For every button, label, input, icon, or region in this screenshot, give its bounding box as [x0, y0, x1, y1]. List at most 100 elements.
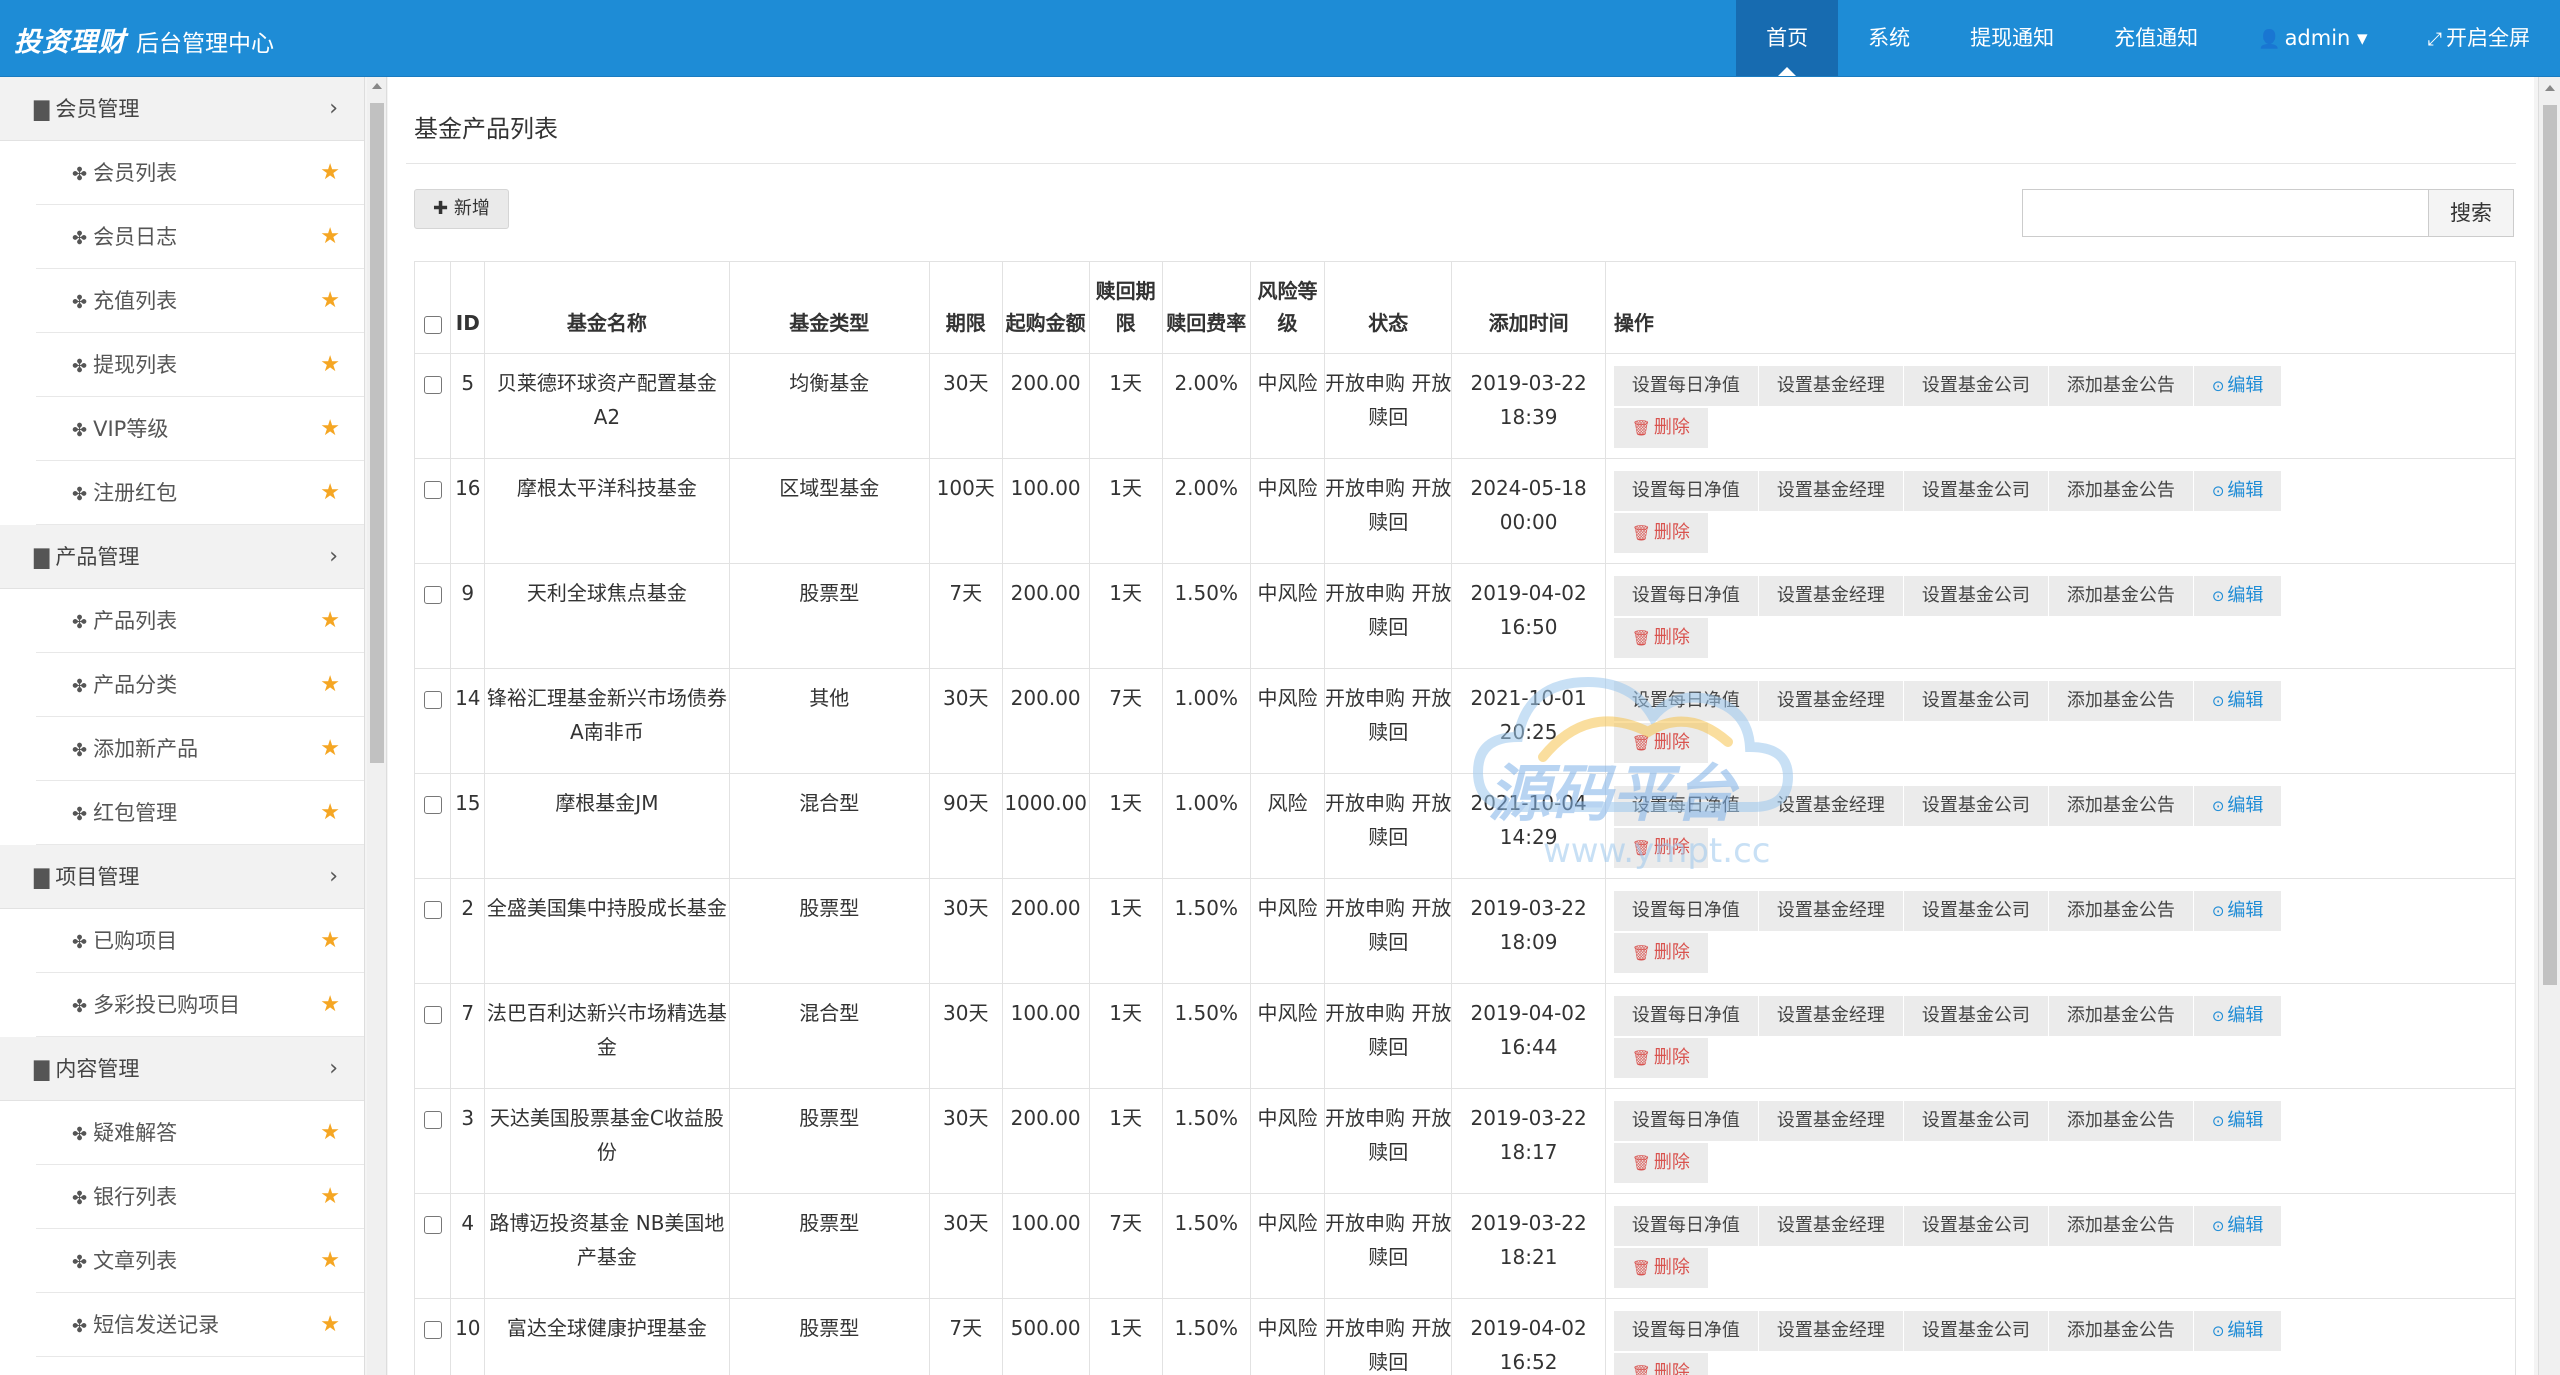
sidebar-item[interactable]: ✤ 充值列表 ★ — [36, 269, 364, 333]
sidebar-item[interactable]: ✤ 多彩投已购项目 ★ — [36, 973, 364, 1037]
delete-button[interactable]: 🗑 删除 — [1613, 408, 1709, 448]
sidebar-item[interactable]: ✤ 银行列表 ★ — [36, 1165, 364, 1229]
set-company-button[interactable]: 设置基金公司 — [1903, 366, 2049, 406]
set-nav-button[interactable]: 设置每日净值 — [1613, 891, 1759, 931]
nav-item-3[interactable]: 充值通知 — [2084, 0, 2228, 76]
add-notice-button[interactable]: 添加基金公告 — [2048, 1311, 2194, 1351]
sidebar-item[interactable]: ✤ 短信发送记录 ★ — [36, 1293, 364, 1357]
sidebar-item[interactable]: ✤ 提现列表 ★ — [36, 333, 364, 397]
edit-button[interactable]: ⊙ 编辑 — [2193, 786, 2283, 826]
set-nav-button[interactable]: 设置每日净值 — [1613, 786, 1759, 826]
edit-button[interactable]: ⊙ 编辑 — [2193, 681, 2283, 721]
set-nav-button[interactable]: 设置每日净值 — [1613, 1311, 1759, 1351]
delete-button[interactable]: 🗑 删除 — [1613, 513, 1709, 553]
add-button[interactable]: ✚ 新增 — [414, 189, 509, 229]
sidebar-group-0[interactable]: ▇ 会员管理 › — [0, 77, 364, 141]
delete-button[interactable]: 🗑 删除 — [1613, 1038, 1709, 1078]
set-company-button[interactable]: 设置基金公司 — [1903, 996, 2049, 1036]
scroll-up-arrow-icon[interactable] — [2545, 85, 2555, 91]
page-scrollbar[interactable] — [2538, 77, 2560, 1375]
sidebar-item[interactable]: ✤ 会员日志 ★ — [36, 205, 364, 269]
sidebar-item[interactable]: ✤ 文章列表 ★ — [36, 1229, 364, 1293]
scroll-up-arrow-icon[interactable] — [372, 83, 382, 89]
set-nav-button[interactable]: 设置每日净值 — [1613, 366, 1759, 406]
row-checkbox[interactable] — [423, 1005, 442, 1024]
set-manager-button[interactable]: 设置基金经理 — [1758, 996, 1904, 1036]
nav-item-4[interactable]: 👤 admin ▾ — [2228, 0, 2397, 76]
add-notice-button[interactable]: 添加基金公告 — [2048, 576, 2194, 616]
sidebar-item[interactable]: ✤ 疑难解答 ★ — [36, 1101, 364, 1165]
search-input[interactable] — [2022, 189, 2430, 237]
set-nav-button[interactable]: 设置每日净值 — [1613, 996, 1759, 1036]
row-checkbox[interactable] — [423, 1215, 442, 1234]
set-nav-button[interactable]: 设置每日净值 — [1613, 1206, 1759, 1246]
brand[interactable]: 投资理财 后台管理中心 — [14, 20, 274, 60]
nav-item-2[interactable]: 提现通知 — [1940, 0, 2084, 76]
row-checkbox[interactable] — [423, 1320, 442, 1339]
add-notice-button[interactable]: 添加基金公告 — [2048, 1206, 2194, 1246]
nav-item-1[interactable]: 系统 — [1838, 0, 1940, 76]
row-checkbox[interactable] — [423, 585, 442, 604]
set-company-button[interactable]: 设置基金公司 — [1903, 1101, 2049, 1141]
row-checkbox[interactable] — [423, 1110, 442, 1129]
set-nav-button[interactable]: 设置每日净值 — [1613, 1101, 1759, 1141]
set-manager-button[interactable]: 设置基金经理 — [1758, 1206, 1904, 1246]
row-checkbox[interactable] — [423, 375, 442, 394]
edit-button[interactable]: ⊙ 编辑 — [2193, 1206, 2283, 1246]
set-manager-button[interactable]: 设置基金经理 — [1758, 471, 1904, 511]
delete-button[interactable]: 🗑 删除 — [1613, 1353, 1709, 1375]
row-checkbox[interactable] — [423, 900, 442, 919]
add-notice-button[interactable]: 添加基金公告 — [2048, 471, 2194, 511]
sidebar-scrollbar[interactable] — [367, 77, 387, 1375]
edit-button[interactable]: ⊙ 编辑 — [2193, 1101, 2283, 1141]
row-checkbox[interactable] — [423, 690, 442, 709]
set-nav-button[interactable]: 设置每日净值 — [1613, 576, 1759, 616]
set-manager-button[interactable]: 设置基金经理 — [1758, 681, 1904, 721]
sidebar-group-1[interactable]: ▇ 产品管理 › — [0, 525, 364, 589]
search-button[interactable]: 搜索 — [2428, 189, 2514, 237]
set-company-button[interactable]: 设置基金公司 — [1903, 576, 2049, 616]
add-notice-button[interactable]: 添加基金公告 — [2048, 1101, 2194, 1141]
sidebar-item[interactable]: ✤ 添加新产品 ★ — [36, 717, 364, 781]
sidebar-group-3[interactable]: ▇ 内容管理 › — [0, 1037, 364, 1101]
delete-button[interactable]: 🗑 删除 — [1613, 1248, 1709, 1288]
add-notice-button[interactable]: 添加基金公告 — [2048, 891, 2194, 931]
set-manager-button[interactable]: 设置基金经理 — [1758, 366, 1904, 406]
delete-button[interactable]: 🗑 删除 — [1613, 723, 1709, 763]
sidebar-group-2[interactable]: ▇ 项目管理 › — [0, 845, 364, 909]
sidebar-item[interactable]: ✤ 产品分类 ★ — [36, 653, 364, 717]
edit-button[interactable]: ⊙ 编辑 — [2193, 576, 2283, 616]
sidebar-item[interactable]: ✤ 注册红包 ★ — [36, 461, 364, 525]
set-manager-button[interactable]: 设置基金经理 — [1758, 1101, 1904, 1141]
set-company-button[interactable]: 设置基金公司 — [1903, 786, 2049, 826]
edit-button[interactable]: ⊙ 编辑 — [2193, 366, 2283, 406]
sidebar-item[interactable]: ✤ 产品列表 ★ — [36, 589, 364, 653]
set-company-button[interactable]: 设置基金公司 — [1903, 1206, 2049, 1246]
delete-button[interactable]: 🗑 删除 — [1613, 618, 1709, 658]
set-company-button[interactable]: 设置基金公司 — [1903, 1311, 2049, 1351]
add-notice-button[interactable]: 添加基金公告 — [2048, 996, 2194, 1036]
set-company-button[interactable]: 设置基金公司 — [1903, 681, 2049, 721]
set-company-button[interactable]: 设置基金公司 — [1903, 891, 2049, 931]
set-nav-button[interactable]: 设置每日净值 — [1613, 471, 1759, 511]
edit-button[interactable]: ⊙ 编辑 — [2193, 891, 2283, 931]
delete-button[interactable]: 🗑 删除 — [1613, 933, 1709, 973]
sidebar-item[interactable]: ✤ 红包管理 ★ — [36, 781, 364, 845]
sidebar-item[interactable]: ✤ 已购项目 ★ — [36, 909, 364, 973]
row-checkbox[interactable] — [423, 795, 442, 814]
edit-button[interactable]: ⊙ 编辑 — [2193, 471, 2283, 511]
delete-button[interactable]: 🗑 删除 — [1613, 1143, 1709, 1183]
sidebar-item[interactable]: ✤ VIP等级 ★ — [36, 397, 364, 461]
add-notice-button[interactable]: 添加基金公告 — [2048, 681, 2194, 721]
nav-item-0[interactable]: 首页 — [1736, 0, 1839, 76]
sidebar-scrollbar-thumb[interactable] — [370, 103, 384, 763]
set-manager-button[interactable]: 设置基金经理 — [1758, 891, 1904, 931]
set-manager-button[interactable]: 设置基金经理 — [1758, 1311, 1904, 1351]
delete-button[interactable]: 🗑 删除 — [1613, 828, 1709, 868]
edit-button[interactable]: ⊙ 编辑 — [2193, 996, 2283, 1036]
edit-button[interactable]: ⊙ 编辑 — [2193, 1311, 2283, 1351]
row-checkbox[interactable] — [423, 480, 442, 499]
set-nav-button[interactable]: 设置每日净值 — [1613, 681, 1759, 721]
add-notice-button[interactable]: 添加基金公告 — [2048, 786, 2194, 826]
nav-item-5[interactable]: ⤢ 开启全屏 — [2398, 0, 2560, 76]
